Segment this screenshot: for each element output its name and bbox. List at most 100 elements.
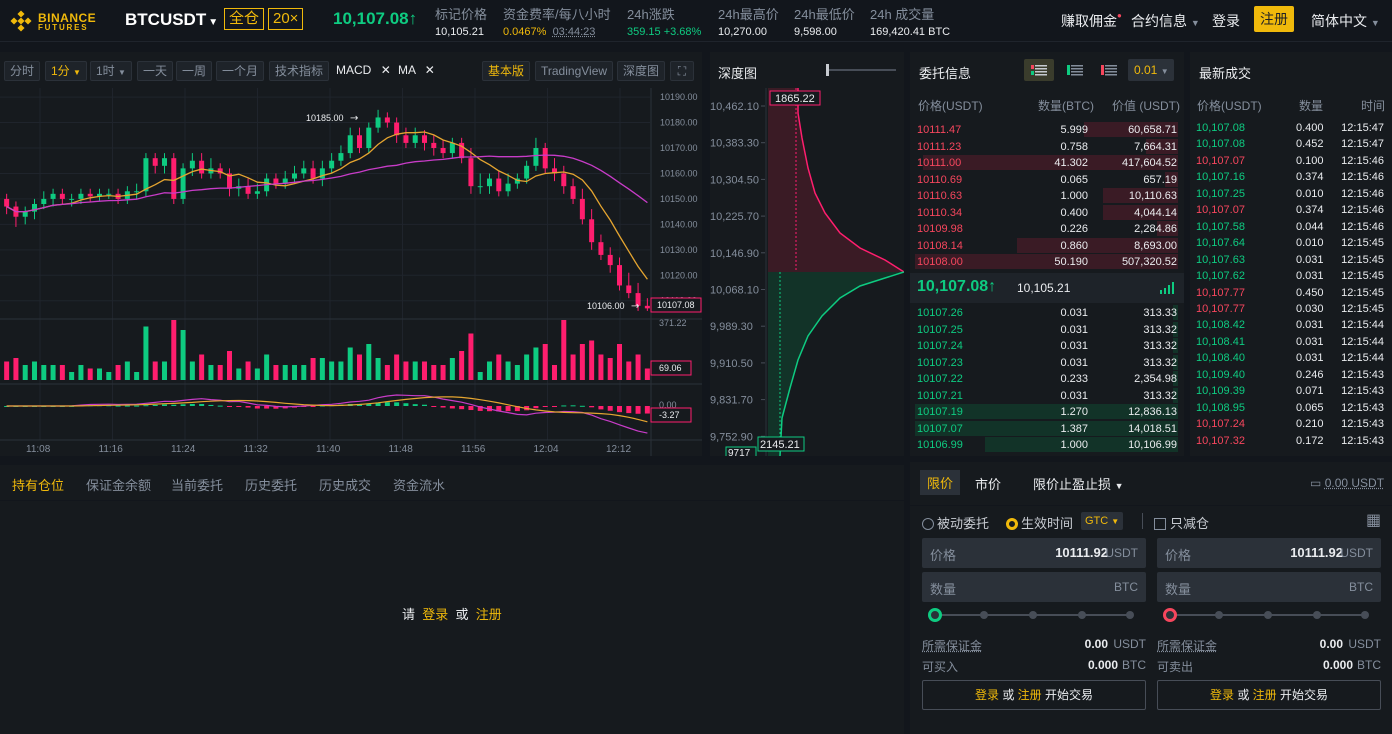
nav-contract-info[interactable]: 合约信息 ▼ <box>1131 11 1200 31</box>
calculator-icon[interactable]: ▦ <box>1366 510 1381 530</box>
ask-row[interactable]: 10108.00 50.190 507,320.52 <box>910 254 1184 270</box>
ask-row[interactable]: 10110.34 0.400 4,044.14 <box>910 204 1184 221</box>
bid-row[interactable]: 10107.25 0.031 313.32 <box>910 321 1184 338</box>
slider-step[interactable] <box>1078 611 1086 619</box>
buy-login-link[interactable]: 登录 <box>975 688 999 702</box>
depth-chart[interactable]: 10,462.10 10,383.30 10,304.50 10,225.70 10,1… <box>710 88 904 456</box>
interval-1m-button[interactable]: 1分 ▼ <box>45 61 87 81</box>
tab-market[interactable]: 市价 <box>975 474 1001 493</box>
slider-step[interactable] <box>1313 611 1321 619</box>
trade-amount: 0.031 <box>1296 319 1324 332</box>
pair-selector[interactable]: BTCUSDT ▼ <box>125 10 218 30</box>
bid-row[interactable]: 10107.23 0.031 313.32 <box>910 354 1184 371</box>
bid-row[interactable]: 10107.24 0.031 313.32 <box>910 338 1184 354</box>
ask-row[interactable]: 10111.47 5.999 60,658.71 <box>910 122 1184 138</box>
time-in-force-option[interactable]: 生效时间 <box>1006 513 1073 532</box>
slider-step[interactable] <box>1361 611 1369 619</box>
register-button[interactable]: 注册 <box>1254 6 1294 32</box>
interval-time-button[interactable]: 分时 <box>4 61 41 81</box>
trade-amount: 0.400 <box>1296 122 1324 134</box>
low-24h-value: 9,598.00 <box>794 26 837 38</box>
tab-margin-balance[interactable]: 保证金余额 <box>86 475 151 494</box>
volume-bar <box>552 365 557 380</box>
slider-step[interactable] <box>980 611 988 619</box>
sell-quantity-field[interactable]: 数量 BTC <box>1157 572 1381 602</box>
binance-futures-logo[interactable]: BINANCE FUTURES <box>10 8 105 34</box>
close-icon[interactable]: ✕ <box>381 63 391 77</box>
close-icon[interactable]: ✕ <box>425 63 435 77</box>
bid-row[interactable]: 10107.22 0.233 2,354.98 <box>910 371 1184 387</box>
precision-select[interactable]: 0.01 ▼ <box>1128 59 1174 81</box>
tab-trade-history[interactable]: 历史成交 <box>319 475 371 494</box>
book-view-bids-icon[interactable] <box>1060 59 1090 81</box>
ask-row[interactable]: 10111.23 0.758 7,664.31 <box>910 138 1184 155</box>
candle-body <box>357 135 362 148</box>
sell-price-field[interactable]: 价格 10111.92 USDT <box>1157 538 1381 568</box>
login-link[interactable]: 登录 <box>422 607 448 622</box>
bid-row[interactable]: 10107.26 0.031 313.33 <box>910 305 1184 321</box>
bid-row[interactable]: 10107.07 1.387 14,018.51 <box>910 420 1184 437</box>
interval-1w-button[interactable]: 一周 <box>176 61 213 81</box>
tradingview-button[interactable]: TradingView <box>535 61 614 81</box>
bid-row[interactable]: 10107.21 0.031 313.32 <box>910 387 1184 404</box>
buy-price-field[interactable]: 价格 10111.92 USDT <box>922 538 1146 568</box>
indicators-button[interactable]: 技术指标 <box>269 61 330 81</box>
depth-zoom-handle[interactable] <box>826 64 829 76</box>
ask-row[interactable]: 10108.14 0.860 8,693.00 <box>910 237 1184 254</box>
tab-open-orders[interactable]: 当前委托 <box>171 475 223 494</box>
interval-1d-button[interactable]: 一天 <box>137 61 174 81</box>
reduce-only-option[interactable]: 只减仓 <box>1154 513 1209 532</box>
sell-amount-slider[interactable] <box>1163 607 1373 623</box>
radio-checked-icon <box>1006 518 1018 530</box>
bid-row[interactable]: 10107.19 1.270 12,836.13 <box>910 404 1184 420</box>
ask-row[interactable]: 10111.00 41.302 417,604.52 <box>910 155 1184 171</box>
slider-handle[interactable] <box>1163 608 1177 622</box>
sell-register-link[interactable]: 注册 <box>1253 688 1277 702</box>
tif-select[interactable]: GTC ▼ <box>1081 512 1123 530</box>
slider-step[interactable] <box>1264 611 1272 619</box>
candlestick-chart[interactable]: 10190.00 10180.00 10170.00 10160.00 10150.00… <box>0 88 702 456</box>
buy-or-text: 或 <box>1002 688 1015 702</box>
buy-amount-slider[interactable] <box>928 607 1138 623</box>
funding-rate-stat[interactable]: 资金费率/每八小时 0.0467% 03:44:23 <box>503 4 611 38</box>
bid-row[interactable]: 10106.99 1.000 10,106.99 <box>910 437 1184 453</box>
tab-stop-limit[interactable]: 限价止盈止损 ▼ <box>1033 474 1124 493</box>
low-24h-label: 24h最低价 <box>794 7 855 22</box>
volume-bar <box>189 361 195 380</box>
book-view-both-icon[interactable] <box>1024 59 1054 81</box>
sell-login-button[interactable]: 登录 或 注册 开始交易 <box>1157 680 1381 710</box>
depth-zoom-slider[interactable] <box>826 64 896 76</box>
buy-available-row: 可买入 0.000 BTC <box>922 658 1146 675</box>
sell-login-link[interactable]: 登录 <box>1210 688 1234 702</box>
slider-handle[interactable] <box>928 608 942 622</box>
post-only-option[interactable]: 被动委托 <box>922 513 989 532</box>
ask-row[interactable]: 10109.98 0.226 2,284.86 <box>910 221 1184 237</box>
leverage-button[interactable]: 20× <box>268 8 304 30</box>
buy-quantity-field[interactable]: 数量 BTC <box>922 572 1146 602</box>
language-selector[interactable]: 简体中文 ▼ <box>1311 11 1380 31</box>
buy-register-link[interactable]: 注册 <box>1018 688 1042 702</box>
register-link[interactable]: 注册 <box>476 607 502 622</box>
macd-histogram-bar <box>124 405 130 407</box>
margin-mode-button[interactable]: 全仓 <box>224 8 265 30</box>
trade-amount: 0.450 <box>1296 286 1324 299</box>
depth-chart-button[interactable]: 深度图 <box>617 61 666 81</box>
interval-1h-button[interactable]: 1时 ▼ <box>90 61 132 81</box>
book-view-asks-icon[interactable] <box>1094 59 1124 81</box>
tab-transaction-history[interactable]: 资金流水 <box>393 475 445 494</box>
tab-limit[interactable]: 限价 <box>920 470 961 495</box>
interval-1mo-button[interactable]: 一个月 <box>216 61 265 81</box>
tab-positions[interactable]: 持有仓位 <box>12 475 64 494</box>
slider-step[interactable] <box>1215 611 1223 619</box>
ask-row[interactable]: 10110.63 1.000 10,110.63 <box>910 188 1184 204</box>
buy-login-button[interactable]: 登录 或 注册 开始交易 <box>922 680 1146 710</box>
basic-view-button[interactable]: 基本版 <box>482 61 531 81</box>
slider-step[interactable] <box>1029 611 1037 619</box>
ask-row[interactable]: 10110.69 0.065 657.19 <box>910 171 1184 188</box>
nav-login[interactable]: 登录 <box>1212 11 1240 31</box>
slider-step[interactable] <box>1126 611 1134 619</box>
tab-order-history[interactable]: 历史委托 <box>245 475 297 494</box>
volume-bar <box>310 358 316 380</box>
nav-referral[interactable]: 赚取佣金● <box>1061 11 1122 31</box>
fullscreen-icon[interactable]: ⛶ <box>670 61 694 81</box>
